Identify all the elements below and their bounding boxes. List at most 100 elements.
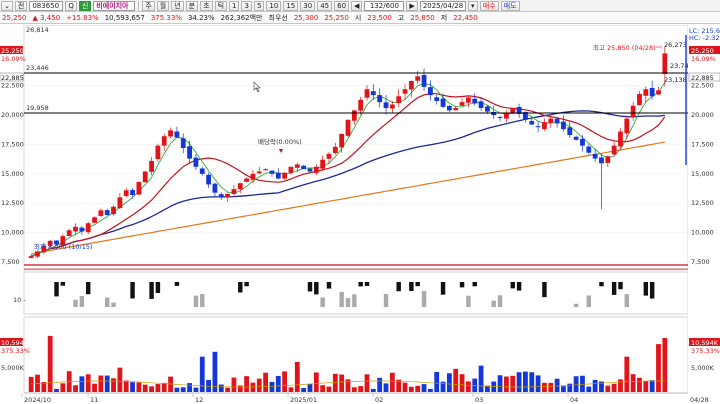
candle-body[interactable] — [453, 108, 459, 111]
candle-body[interactable] — [35, 251, 40, 257]
candle-body[interactable] — [504, 112, 509, 119]
candle-body[interactable] — [79, 227, 85, 232]
volume-bar[interactable] — [275, 375, 281, 392]
volume-bar[interactable] — [351, 387, 357, 392]
volume-bar[interactable] — [434, 371, 440, 392]
volume-bar[interactable] — [263, 372, 269, 392]
date-input[interactable]: 2025/04/28 — [419, 0, 466, 11]
volume-bar[interactable] — [529, 372, 535, 392]
volume-bar[interactable] — [339, 374, 345, 392]
candle-body[interactable] — [389, 104, 395, 109]
volume-bar[interactable] — [269, 381, 275, 392]
interval-3-button[interactable]: 3 — [241, 0, 252, 11]
candle-body[interactable] — [351, 110, 357, 121]
candle-body[interactable] — [624, 118, 630, 134]
candle-body[interactable] — [180, 138, 186, 148]
candle-body[interactable] — [484, 106, 490, 112]
interval-45-button[interactable]: 45 — [317, 0, 333, 11]
volume-bar[interactable] — [478, 365, 484, 392]
volume-bar[interactable] — [111, 378, 116, 392]
candle-body[interactable] — [320, 159, 326, 169]
candle-body[interactable] — [542, 122, 547, 129]
candle-body[interactable] — [130, 189, 135, 196]
candle-body[interactable] — [630, 105, 636, 118]
volume-bar[interactable] — [47, 335, 53, 392]
volume-bar[interactable] — [345, 379, 351, 392]
candle-body[interactable] — [440, 98, 446, 107]
candle-body[interactable] — [554, 118, 560, 124]
candle-body[interactable] — [256, 171, 262, 174]
candle-body[interactable] — [269, 170, 275, 174]
candle-body[interactable] — [199, 168, 205, 174]
volume-bar[interactable] — [542, 382, 547, 392]
candle-body[interactable] — [231, 189, 237, 194]
volume-bar[interactable] — [586, 386, 592, 392]
candle-body[interactable] — [244, 178, 250, 182]
volume-bar[interactable] — [656, 344, 661, 392]
volume-bar[interactable] — [497, 375, 503, 392]
volume-bar[interactable] — [408, 386, 414, 392]
volume-bar[interactable] — [73, 385, 78, 392]
volume-bar[interactable] — [225, 387, 231, 392]
interval-60-button[interactable]: 60 — [334, 0, 350, 11]
candle-body[interactable] — [326, 153, 332, 159]
volume-bar[interactable] — [98, 375, 104, 392]
candle-body[interactable] — [459, 102, 465, 106]
volume-bar[interactable] — [244, 376, 250, 392]
candle-body[interactable] — [161, 136, 167, 146]
candle-body[interactable] — [149, 160, 154, 172]
volume-bar[interactable] — [60, 383, 66, 392]
candle-body[interactable] — [225, 193, 231, 198]
volume-bar[interactable] — [320, 385, 326, 392]
candle-body[interactable] — [92, 217, 97, 223]
volume-bar[interactable] — [136, 382, 142, 392]
candle-body[interactable] — [332, 146, 338, 153]
volume-bar[interactable] — [421, 384, 427, 392]
candle-body[interactable] — [643, 89, 649, 96]
volume-bar[interactable] — [618, 379, 623, 392]
volume-bar[interactable] — [307, 383, 313, 392]
candle-body[interactable] — [662, 53, 668, 74]
candle-body[interactable] — [396, 96, 402, 104]
volume-bar[interactable] — [237, 385, 243, 392]
volume-bar[interactable] — [79, 376, 85, 392]
candle-body[interactable] — [85, 223, 91, 233]
period-tick-button[interactable]: 틱 — [214, 0, 228, 11]
candle-body[interactable] — [237, 183, 243, 190]
volume-bar[interactable] — [516, 372, 522, 392]
volume-bar[interactable] — [256, 378, 262, 392]
volume-bar[interactable] — [332, 373, 338, 392]
volume-bar[interactable] — [326, 386, 332, 392]
volume-bar[interactable] — [383, 383, 389, 392]
interval-15-button[interactable]: 15 — [283, 0, 299, 11]
volume-bar[interactable] — [364, 374, 370, 392]
period-weekly-button[interactable]: 주 — [142, 0, 155, 11]
period-second-button[interactable]: 초 — [200, 0, 213, 11]
candle-body[interactable] — [402, 89, 408, 94]
volume-bar[interactable] — [92, 383, 97, 392]
volume-bar[interactable] — [415, 385, 421, 392]
period-yearly-button[interactable]: 년 — [171, 0, 184, 11]
candle-body[interactable] — [142, 171, 148, 183]
volume-bar[interactable] — [218, 384, 224, 392]
candle-body[interactable] — [307, 168, 313, 172]
candle-body[interactable] — [136, 182, 142, 195]
candle-body[interactable] — [370, 91, 376, 96]
candle-body[interactable] — [586, 146, 592, 153]
candle-body[interactable] — [155, 145, 161, 160]
candle-body[interactable] — [111, 206, 116, 215]
candle-body[interactable] — [408, 81, 414, 90]
candle-body[interactable] — [478, 101, 484, 109]
volume-bar[interactable] — [117, 367, 123, 392]
volume-bar[interactable] — [580, 375, 585, 392]
volume-bar[interactable] — [637, 377, 642, 392]
search-icon[interactable]: Q — [65, 0, 77, 11]
volume-bar[interactable] — [573, 376, 579, 392]
volume-bar[interactable] — [28, 376, 34, 392]
candle-body[interactable] — [529, 121, 535, 125]
candle-body[interactable] — [561, 121, 566, 130]
volume-bar[interactable] — [465, 381, 471, 392]
candle-body[interactable] — [605, 156, 611, 163]
volume-bar[interactable] — [548, 382, 554, 392]
nav-next-button[interactable]: ▶ — [406, 0, 418, 11]
